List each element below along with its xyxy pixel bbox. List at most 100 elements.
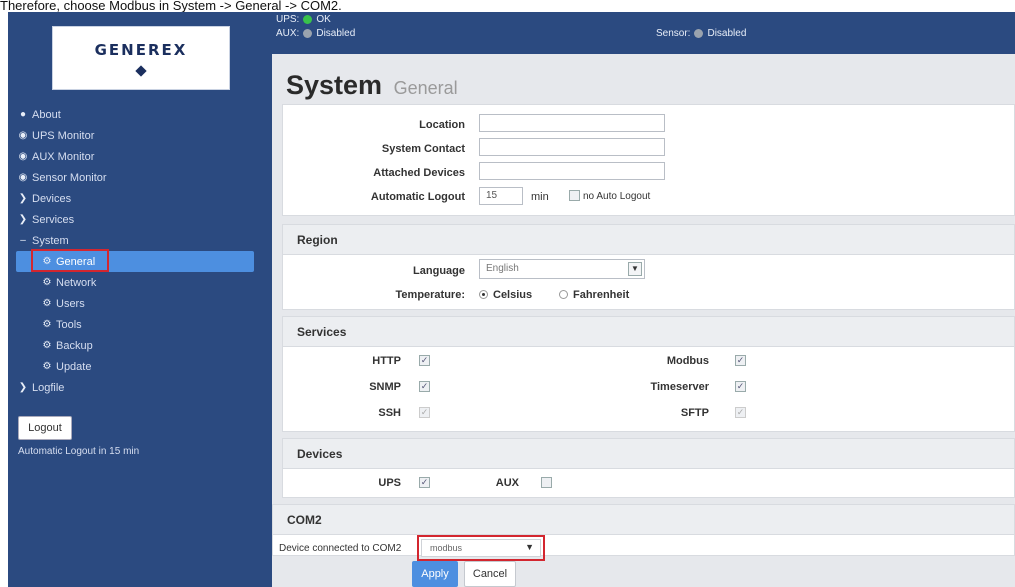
dashboard-icon: ◉ bbox=[18, 130, 28, 141]
services-header: Services bbox=[283, 317, 1014, 347]
timeserver-label: Timeserver bbox=[650, 381, 709, 393]
sensor-status: Sensor: Disabled bbox=[656, 28, 746, 39]
sftp-checkbox[interactable]: ✓ bbox=[735, 407, 746, 418]
automatic-logout-label: Automatic Logout bbox=[370, 191, 465, 203]
sidebar-item-label: Logfile bbox=[32, 381, 65, 394]
devices-panel: Devices UPS ✓ AUX bbox=[282, 438, 1015, 498]
ups-status-value: OK bbox=[316, 14, 331, 25]
attached-devices-label: Attached Devices bbox=[373, 167, 465, 179]
status-disabled-icon bbox=[303, 29, 313, 38]
sidebar-item-label: AUX Monitor bbox=[32, 150, 95, 163]
sidebar-item-update[interactable]: ⚙ Update bbox=[8, 356, 272, 377]
fahrenheit-label: Fahrenheit bbox=[573, 289, 630, 301]
celsius-label: Celsius bbox=[493, 289, 533, 301]
page-title: System General bbox=[286, 70, 458, 101]
location-input[interactable] bbox=[479, 114, 665, 132]
sidebar-item-services[interactable]: ❯ Services bbox=[8, 209, 272, 230]
sidebar-item-about[interactable]: ● About bbox=[8, 104, 272, 125]
devices-header: Devices bbox=[283, 439, 1014, 469]
status-bar: UPS: OK AUX: Disabled Sensor: Disabled bbox=[272, 12, 1015, 54]
sidebar-item-network[interactable]: ⚙ Network bbox=[8, 272, 272, 293]
chevron-down-icon: ▼ bbox=[628, 262, 642, 276]
ups-device-label: UPS bbox=[378, 477, 401, 489]
ssh-checkbox[interactable]: ✓ bbox=[419, 407, 430, 418]
dashboard-icon: ◉ bbox=[18, 172, 28, 183]
timeserver-checkbox[interactable]: ✓ bbox=[735, 381, 746, 392]
sidebar-item-label: Sensor Monitor bbox=[32, 171, 107, 184]
page-subtitle: General bbox=[393, 78, 458, 98]
gear-icon: ⚙ bbox=[42, 340, 52, 351]
sidebar-item-label: Services bbox=[32, 213, 75, 226]
com2-highlight-box bbox=[417, 535, 545, 561]
system-contact-label: System Contact bbox=[381, 143, 465, 155]
status-ok-icon bbox=[303, 15, 313, 24]
cancel-button[interactable]: Cancel bbox=[464, 561, 516, 587]
sidebar-item-label: Network bbox=[56, 276, 97, 289]
region-header: Region bbox=[283, 225, 1014, 255]
sidebar-item-label: Tools bbox=[56, 318, 82, 331]
sidebar-item-label: System bbox=[32, 234, 69, 247]
com2-panel: COM2 Device connected to COM2 modbus ▼ bbox=[272, 504, 1015, 561]
sidebar-item-ups-monitor[interactable]: ◉ UPS Monitor bbox=[8, 125, 272, 146]
sidebar-item-label: UPS Monitor bbox=[32, 129, 95, 142]
services-panel: Services HTTP ✓ SNMP ✓ SSH ✓ Modbus ✓ Ti… bbox=[282, 316, 1015, 432]
sidebar-item-label: Devices bbox=[32, 192, 72, 205]
sidebar: GENEREX ● About ◉ UPS Monitor ◉ AUX Moni… bbox=[8, 12, 272, 587]
general-panel: Location System Contact Attached Devices… bbox=[282, 104, 1015, 216]
sftp-label: SFTP bbox=[680, 407, 709, 419]
aux-status-label: AUX: bbox=[276, 28, 300, 39]
logout-button[interactable]: Logout bbox=[18, 416, 72, 440]
fahrenheit-radio[interactable] bbox=[559, 290, 568, 299]
generex-logo: GENEREX bbox=[52, 26, 230, 90]
sidebar-item-label: Backup bbox=[56, 339, 93, 352]
instruction-caption: Therefore, choose Modbus in System -> Ge… bbox=[0, 0, 342, 13]
http-checkbox[interactable]: ✓ bbox=[419, 355, 430, 366]
sidebar-item-label: Update bbox=[56, 360, 92, 373]
aux-device-checkbox[interactable] bbox=[541, 477, 552, 488]
logout-unit: min bbox=[531, 191, 549, 203]
aux-status-value: Disabled bbox=[316, 28, 356, 39]
com2-header: COM2 bbox=[273, 505, 1014, 535]
main-content: System General Location System Contact A… bbox=[272, 54, 1015, 587]
sensor-status-label: Sensor: bbox=[656, 28, 691, 39]
chevron-right-icon: ❯ bbox=[18, 382, 28, 393]
modbus-label: Modbus bbox=[666, 355, 709, 367]
ups-status: UPS: OK bbox=[276, 14, 331, 25]
automatic-logout-input[interactable]: 15 bbox=[479, 187, 523, 205]
sidebar-item-users[interactable]: ⚙ Users bbox=[8, 293, 272, 314]
snmp-label: SNMP bbox=[369, 381, 401, 393]
sidebar-item-label: About bbox=[32, 108, 61, 121]
info-icon: ● bbox=[19, 109, 27, 120]
attached-devices-input[interactable] bbox=[479, 162, 665, 180]
logo-text: GENEREX bbox=[94, 41, 188, 59]
http-label: HTTP bbox=[372, 355, 401, 367]
apply-button[interactable]: Apply bbox=[412, 561, 458, 587]
sidebar-item-backup[interactable]: ⚙ Backup bbox=[8, 335, 272, 356]
sidebar-item-devices[interactable]: ❯ Devices bbox=[8, 188, 272, 209]
system-contact-input[interactable] bbox=[479, 138, 665, 156]
ups-device-checkbox[interactable]: ✓ bbox=[419, 477, 430, 488]
ssh-label: SSH bbox=[378, 407, 401, 419]
language-select[interactable]: English ▼ bbox=[479, 259, 645, 279]
language-label: Language bbox=[413, 265, 465, 277]
gear-icon: ⚙ bbox=[42, 319, 52, 330]
com2-device-label: Device connected to COM2 bbox=[279, 543, 402, 554]
sidebar-item-tools[interactable]: ⚙ Tools bbox=[8, 314, 272, 335]
sidebar-item-label: Users bbox=[56, 297, 85, 310]
dashboard-icon: ◉ bbox=[18, 151, 28, 162]
sidebar-item-system[interactable]: – System bbox=[8, 230, 272, 251]
modbus-checkbox[interactable]: ✓ bbox=[735, 355, 746, 366]
general-highlight-box bbox=[31, 249, 109, 272]
aux-device-label: AUX bbox=[495, 477, 519, 489]
ups-status-label: UPS: bbox=[276, 14, 300, 25]
snmp-checkbox[interactable]: ✓ bbox=[419, 381, 430, 392]
sidebar-item-aux-monitor[interactable]: ◉ AUX Monitor bbox=[8, 146, 272, 167]
celsius-radio[interactable] bbox=[479, 290, 488, 299]
aux-status: AUX: Disabled bbox=[276, 28, 355, 39]
temperature-label: Temperature: bbox=[395, 289, 465, 301]
page-title-text: System bbox=[286, 70, 383, 100]
sidebar-item-sensor-monitor[interactable]: ◉ Sensor Monitor bbox=[8, 167, 272, 188]
sidebar-item-logfile[interactable]: ❯ Logfile bbox=[8, 377, 272, 398]
no-auto-logout-checkbox[interactable] bbox=[569, 190, 580, 201]
gear-icon: ⚙ bbox=[42, 361, 52, 372]
